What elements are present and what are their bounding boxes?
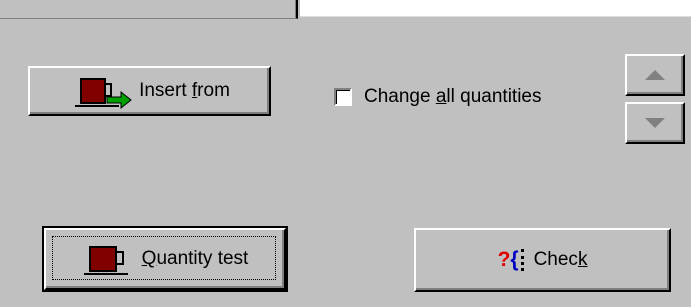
cup-icon	[82, 239, 132, 279]
question-brace-icon: ?{	[498, 248, 528, 272]
arrow-down-icon	[645, 118, 665, 128]
change-all-quantities-option[interactable]: Change all quantities	[334, 86, 541, 108]
cup-with-green-arrow-icon	[69, 71, 135, 111]
arrow-up-icon	[645, 70, 665, 80]
check-label: Check	[533, 249, 588, 270]
scroll-up-button[interactable]	[625, 54, 685, 96]
insert-from-button[interactable]: Insert from	[28, 66, 271, 116]
tab-inactive[interactable]	[0, 0, 298, 19]
quantity-test-label: Quantity test	[141, 248, 249, 269]
scroll-down-button[interactable]	[625, 102, 685, 144]
change-all-quantities-label: Change all quantities	[364, 86, 542, 107]
tab-strip	[0, 0, 691, 22]
insert-from-label: Insert from	[139, 80, 230, 101]
check-button[interactable]: ?{ Check	[414, 228, 671, 292]
tab-active[interactable]	[300, 0, 691, 17]
quantity-test-button[interactable]: Quantity test	[42, 226, 288, 292]
change-all-quantities-checkbox[interactable]	[334, 88, 352, 106]
